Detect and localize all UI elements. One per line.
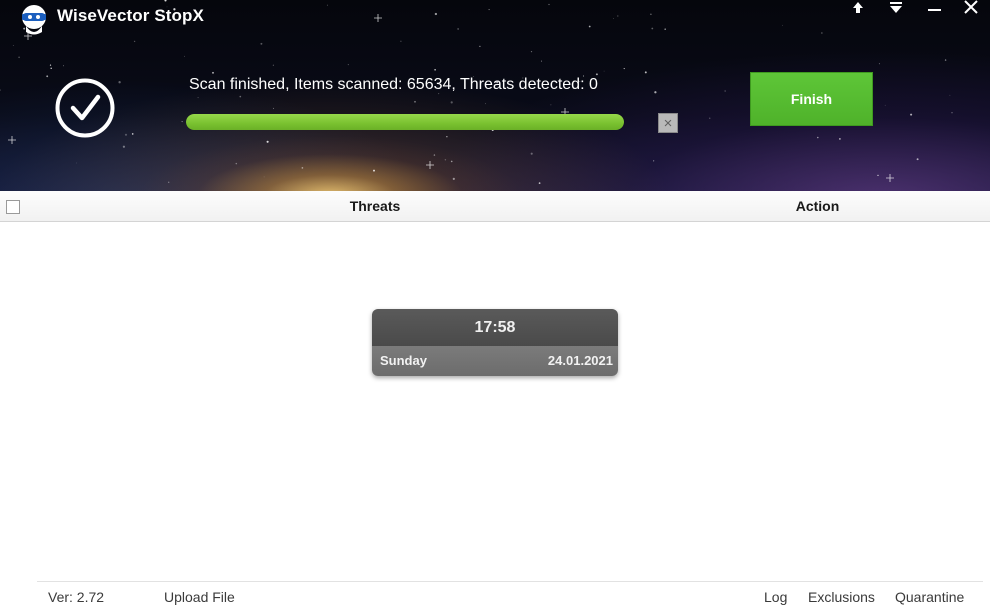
upload-file-link[interactable]: Upload File <box>164 589 235 605</box>
threats-table-header: Threats Action <box>0 191 990 222</box>
scan-progress-bar <box>186 114 624 130</box>
exclusions-link[interactable]: Exclusions <box>808 589 875 605</box>
robot-mascot-icon <box>22 5 46 35</box>
log-link[interactable]: Log <box>764 589 787 605</box>
minimize-window-button[interactable] <box>921 0 947 16</box>
close-window-button[interactable] <box>958 0 984 16</box>
arrow-up-icon <box>853 2 863 13</box>
clock-time: 17:58 <box>372 309 618 346</box>
clock-widget: 17:58 Sunday 24.01.2021 <box>372 309 618 376</box>
close-icon <box>964 0 978 14</box>
quarantine-link[interactable]: Quarantine <box>895 589 964 605</box>
menu-window-button[interactable] <box>883 0 909 16</box>
clock-day: Sunday <box>380 353 427 368</box>
minimize-icon <box>928 9 941 11</box>
clock-date: 24.01.2021 <box>547 353 613 368</box>
upload-window-button[interactable] <box>845 0 871 16</box>
scan-progress-fill <box>186 114 624 130</box>
finish-button[interactable]: Finish <box>750 72 873 126</box>
scan-status-text: Scan finished, Items scanned: 65634, Thr… <box>189 76 598 93</box>
header-banner: WiseVector StopX Scan finished, Items sc… <box>0 0 990 191</box>
menu-down-icon <box>890 2 902 13</box>
column-header-action[interactable]: Action <box>770 198 865 214</box>
clock-date-bar: Sunday 24.01.2021 <box>372 346 618 376</box>
stop-scan-button[interactable]: × <box>658 113 678 133</box>
version-label: Ver: 2.72 <box>48 589 105 605</box>
footer-divider <box>37 581 983 582</box>
app-title: WiseVector StopX <box>57 6 204 25</box>
column-header-threats[interactable]: Threats <box>0 198 750 214</box>
checkmark-circle-icon <box>55 78 115 138</box>
